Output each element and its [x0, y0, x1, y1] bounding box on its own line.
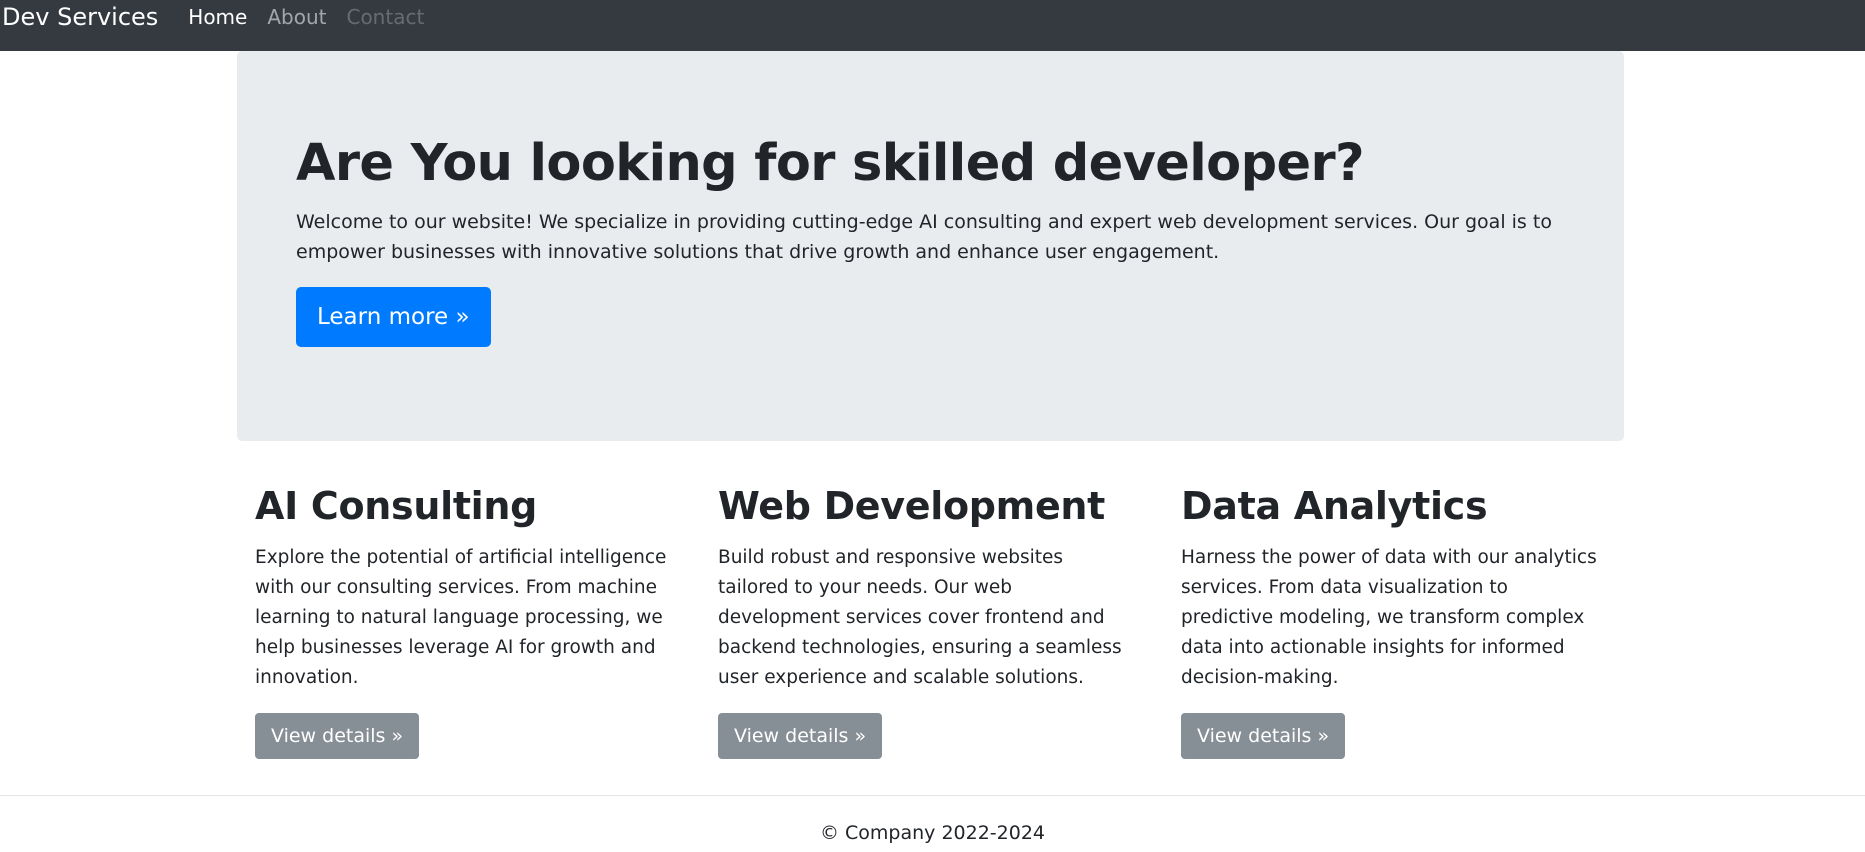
hero-section: Are You looking for skilled developer? W… [237, 51, 1624, 441]
top-navbar: Dev Services Home About Contact [0, 0, 1865, 51]
learn-more-button[interactable]: Learn more » [296, 287, 491, 347]
brand-link[interactable]: Dev Services [0, 0, 158, 34]
nav-link-home[interactable]: Home [188, 0, 247, 34]
service-card-ai-consulting: AI Consulting Explore the potential of a… [255, 481, 675, 759]
nav-link-about[interactable]: About [267, 0, 326, 34]
service-title: Data Analytics [1181, 484, 1488, 528]
service-description: Explore the potential of artificial inte… [255, 547, 667, 688]
hero-text: Welcome to our website! We specialize in… [296, 211, 1552, 263]
service-card-data-analytics: Data Analytics Harness the power of data… [1181, 481, 1601, 759]
view-details-button[interactable]: View details » [255, 713, 420, 759]
view-details-button[interactable]: View details » [718, 713, 883, 759]
nav-link-contact: Contact [346, 5, 425, 29]
footer-divider [0, 795, 1865, 796]
footer-copyright: © Company 2022-2024 [819, 822, 1046, 844]
hero-title: Are You looking for skilled developer? [296, 134, 1365, 193]
nav-links: Home About Contact [188, 0, 444, 34]
service-title: AI Consulting [255, 484, 538, 528]
view-details-button[interactable]: View details » [1181, 713, 1346, 759]
service-description: Harness the power of data with our analy… [1181, 547, 1597, 688]
service-card-web-development: Web Development Build robust and respons… [718, 481, 1138, 759]
service-title: Web Development [718, 484, 1106, 528]
service-description: Build robust and responsive websites tai… [718, 547, 1122, 688]
